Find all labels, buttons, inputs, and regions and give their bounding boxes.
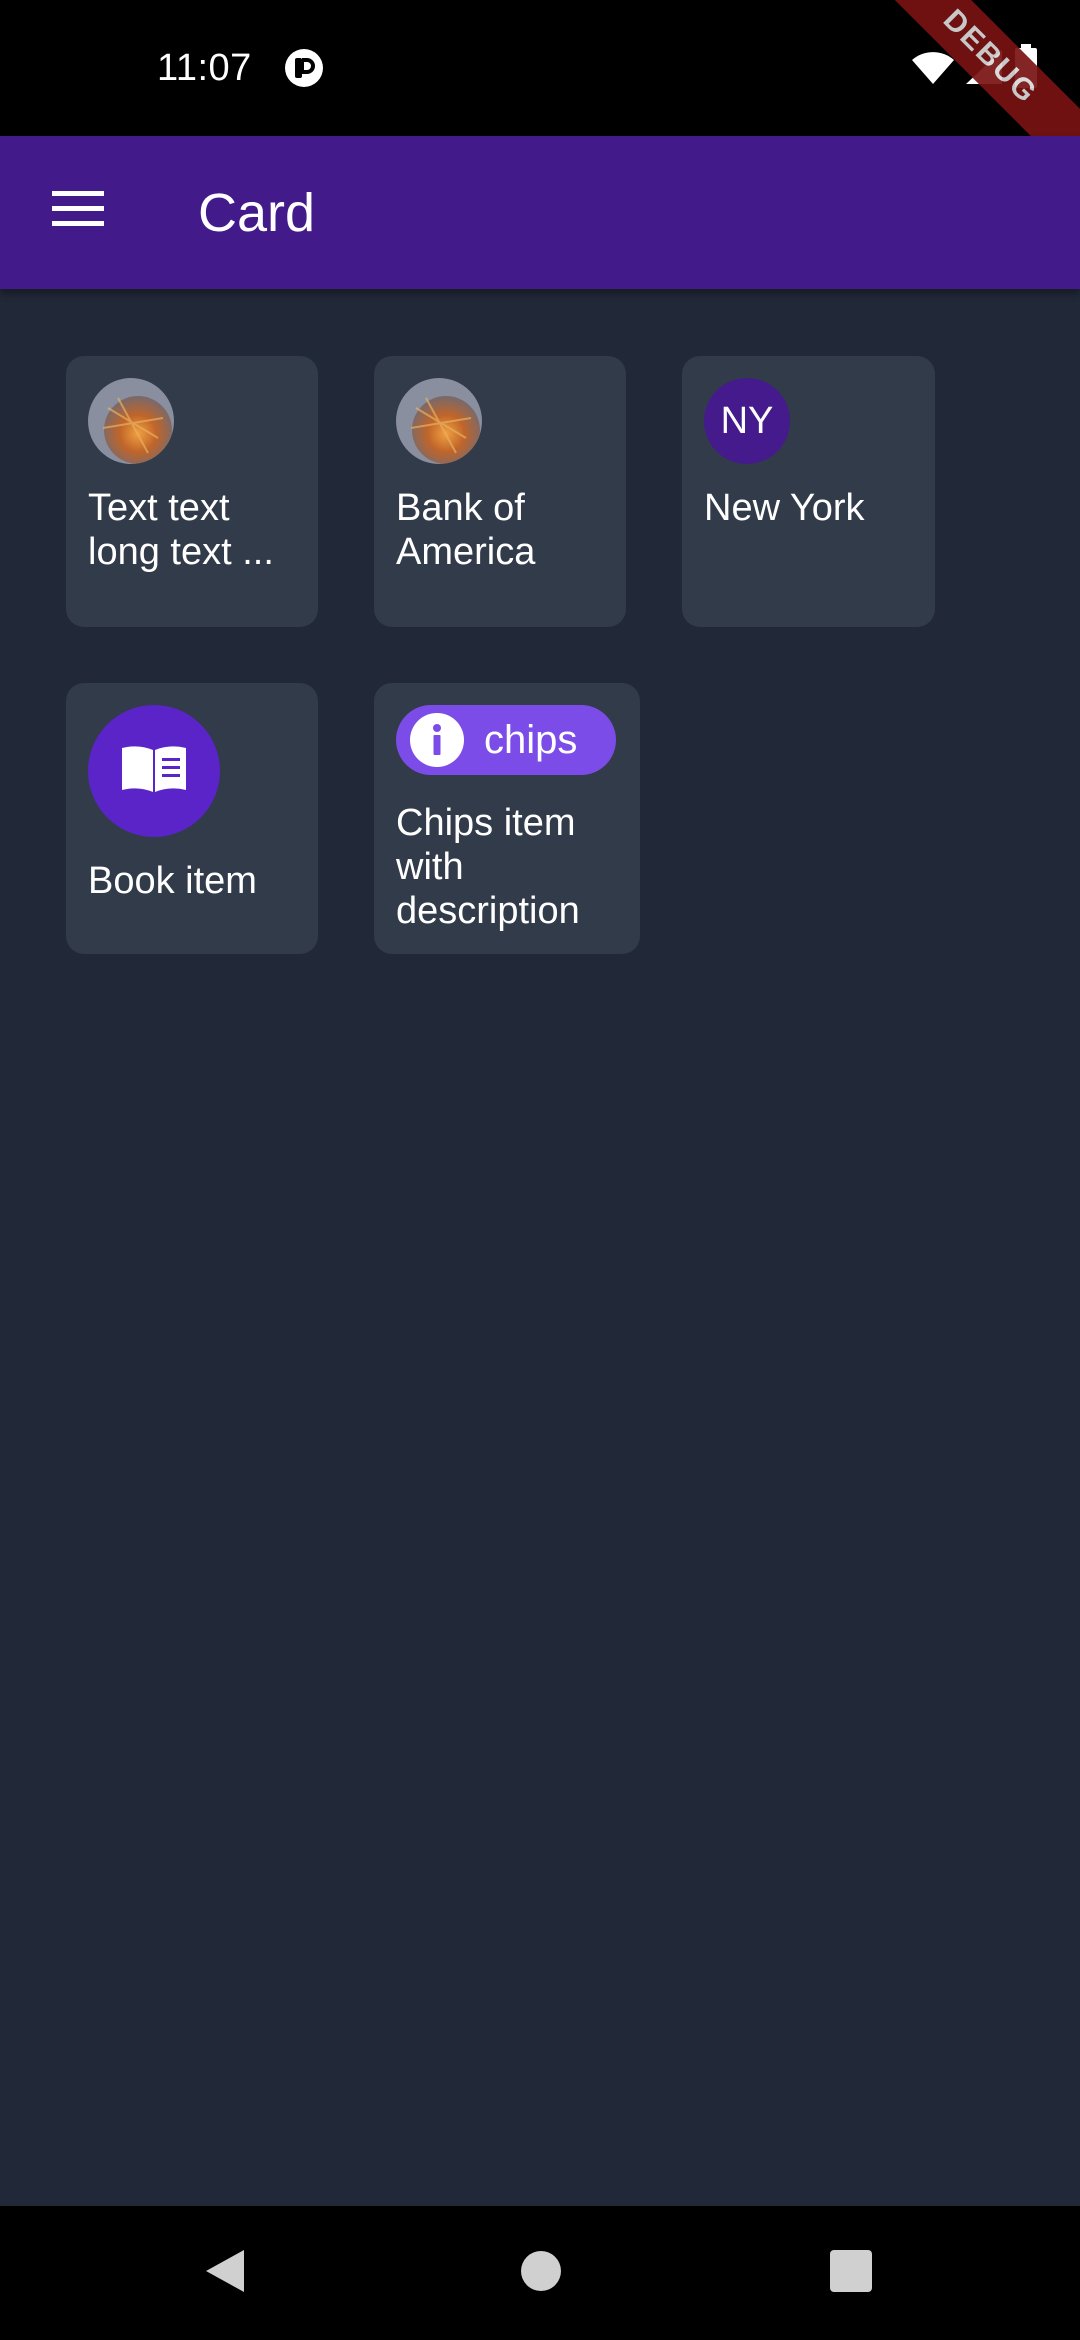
recents-icon	[828, 2248, 874, 2299]
card-item[interactable]: chips Chips item with description	[374, 683, 640, 954]
card-item[interactable]: NY New York	[682, 356, 935, 627]
image-avatar	[396, 378, 482, 464]
back-icon	[200, 2246, 250, 2301]
app-bar: Card	[0, 136, 1080, 289]
recents-button[interactable]	[816, 2238, 886, 2308]
home-button[interactable]	[506, 2238, 576, 2308]
card-item[interactable]: Book item	[66, 683, 318, 954]
screen: 11:07 DEBUG Card Text text long text ...…	[0, 0, 1080, 2340]
status-bar: 11:07 DEBUG	[0, 0, 1080, 183]
info-icon	[410, 713, 464, 767]
initials-avatar: NY	[704, 378, 790, 464]
navigation-bar	[0, 2206, 1080, 2340]
card-item[interactable]: Bank of America	[374, 356, 626, 627]
chip-label: chips	[484, 718, 578, 762]
card-title: Chips item with description	[396, 802, 580, 932]
card-title: Bank of America	[396, 487, 536, 573]
menu-button[interactable]	[33, 166, 123, 256]
app-notification-icon	[284, 48, 324, 88]
book-avatar	[88, 705, 220, 837]
menu-icon	[52, 190, 104, 232]
chip[interactable]: chips	[396, 705, 616, 775]
card-title: New York	[704, 487, 865, 529]
book-icon	[120, 744, 188, 799]
home-icon	[518, 2248, 564, 2299]
image-avatar	[88, 378, 174, 464]
back-button[interactable]	[190, 2238, 260, 2308]
status-time: 11:07	[157, 47, 252, 89]
card-title: Book item	[88, 860, 257, 902]
card-item[interactable]: Text text long text ...	[66, 356, 318, 627]
card-title: Text text long text ...	[88, 487, 274, 573]
page-title: Card	[198, 183, 316, 243]
